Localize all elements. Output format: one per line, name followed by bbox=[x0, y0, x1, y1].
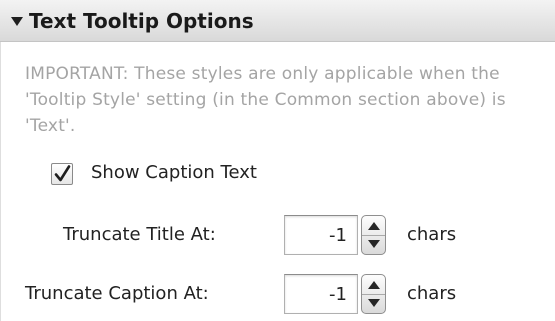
truncate-title-label: Truncate Title At: bbox=[63, 224, 216, 245]
show-caption-label[interactable]: Show Caption Text bbox=[91, 162, 257, 183]
disclosure-triangle-icon[interactable] bbox=[11, 17, 23, 26]
truncate-caption-input[interactable] bbox=[284, 274, 358, 314]
stepper-divider bbox=[362, 294, 385, 295]
checkmark-icon bbox=[54, 165, 71, 182]
truncate-title-stepper[interactable] bbox=[361, 215, 386, 255]
truncate-title-input[interactable] bbox=[284, 215, 358, 255]
text-tooltip-options-panel: Text Tooltip Options IMPORTANT: These st… bbox=[0, 0, 555, 321]
increment-arrow-icon[interactable] bbox=[368, 281, 380, 289]
truncate-caption-label: Truncate Caption At: bbox=[25, 283, 209, 304]
section-title: Text Tooltip Options bbox=[29, 9, 254, 33]
stepper-divider bbox=[362, 235, 385, 236]
section-header[interactable]: Text Tooltip Options bbox=[0, 0, 555, 42]
decrement-arrow-icon[interactable] bbox=[368, 299, 380, 307]
increment-arrow-icon[interactable] bbox=[368, 222, 380, 230]
truncate-caption-stepper[interactable] bbox=[361, 274, 386, 314]
show-caption-checkbox[interactable] bbox=[51, 163, 73, 185]
truncate-title-unit: chars bbox=[407, 224, 457, 245]
important-note: IMPORTANT: These styles are only applica… bbox=[25, 64, 506, 136]
decrement-arrow-icon[interactable] bbox=[368, 240, 380, 248]
truncate-caption-unit: chars bbox=[407, 283, 457, 304]
